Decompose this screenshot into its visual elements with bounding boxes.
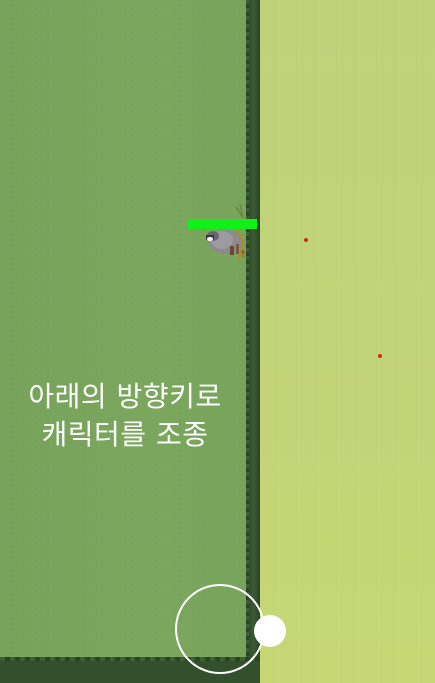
player-character bbox=[196, 202, 252, 264]
hedge-wall-vertical bbox=[246, 0, 260, 683]
player-sprite-icon bbox=[206, 203, 245, 261]
instruction-line-2: 캐릭터를 조종 bbox=[41, 418, 209, 451]
virtual-joystick-base[interactable] bbox=[175, 584, 265, 674]
enemy-dot bbox=[304, 238, 308, 242]
grass-area bbox=[0, 0, 250, 683]
virtual-joystick-knob[interactable] bbox=[254, 615, 286, 647]
enemy-dot bbox=[378, 354, 382, 358]
control-instruction-text: 아래의 방향키로 캐릭터를 조종 bbox=[0, 378, 250, 454]
game-canvas[interactable]: 아래의 방향키로 캐릭터를 조종 bbox=[0, 0, 435, 683]
field-area bbox=[260, 0, 435, 683]
instruction-line-1: 아래의 방향키로 bbox=[28, 380, 222, 413]
